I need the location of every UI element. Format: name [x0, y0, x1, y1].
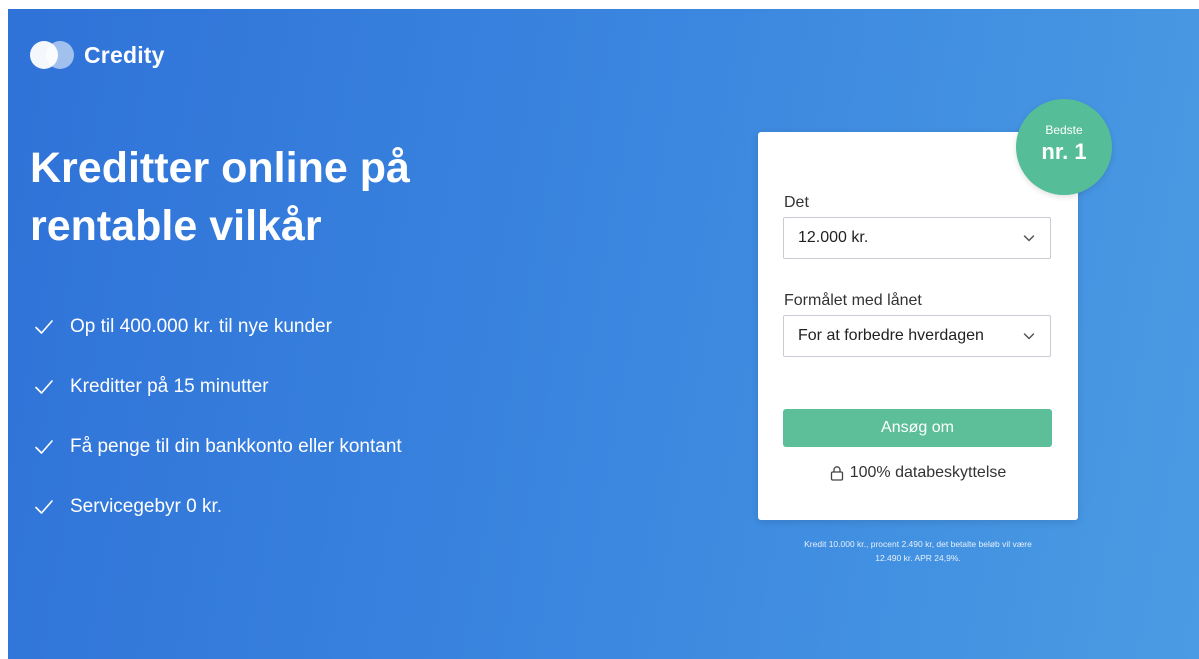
badge-caption: Bedste	[1045, 123, 1083, 137]
amount-label: Det	[784, 194, 809, 211]
brand-name: Credity	[84, 41, 165, 68]
best-badge: Bedste nr. 1	[1016, 99, 1112, 195]
amount-select[interactable]: 12.000 kr.	[783, 217, 1051, 259]
lock-icon	[830, 466, 843, 481]
loan-form-card: Det 12.000 kr. Formålet med lånet For at…	[758, 132, 1078, 520]
check-icon	[34, 499, 56, 515]
disclaimer-line-1: Kredit 10.000 kr., procent 2.490 kr, det…	[804, 539, 1032, 549]
purpose-select-value: For at forbedre hverdagen	[798, 327, 984, 344]
feature-item: Op til 400.000 kr. til nye kunder	[34, 297, 402, 357]
check-icon	[34, 379, 56, 395]
feature-text: Kreditter på 15 minutter	[70, 376, 269, 397]
feature-item: Servicegebyr 0 kr.	[34, 477, 402, 537]
check-icon	[34, 439, 56, 455]
hero-banner: Credity Kreditter online på rentable vil…	[8, 9, 1199, 659]
feature-item: Kreditter på 15 minutter	[34, 357, 402, 417]
feature-text: Servicegebyr 0 kr.	[70, 496, 223, 517]
check-icon	[34, 319, 56, 335]
privacy-text: 100% databeskyttelse	[849, 464, 1007, 481]
loan-disclaimer: Kredit 10.000 kr., procent 2.490 kr, det…	[758, 537, 1078, 565]
feature-item: Få penge til din bankkonto eller kontant	[34, 417, 402, 477]
page-title: Kreditter online på rentable vilkår	[30, 139, 590, 255]
feature-text: Op til 400.000 kr. til nye kunder	[70, 316, 332, 337]
purpose-label: Formålet med lånet	[784, 292, 922, 309]
badge-rank: nr. 1	[1041, 139, 1087, 164]
logo-circles-icon	[30, 41, 76, 69]
apply-button[interactable]: Ansøg om	[783, 409, 1052, 447]
privacy-note: 100% databeskyttelse	[758, 464, 1078, 482]
feature-text: Få penge til din bankkonto eller kontant	[70, 436, 402, 457]
amount-select-value: 12.000 kr.	[798, 229, 869, 246]
purpose-select[interactable]: For at forbedre hverdagen	[783, 315, 1051, 357]
brand-logo[interactable]: Credity	[30, 41, 165, 69]
headline-line-1: Kreditter online på	[30, 144, 410, 192]
headline-line-2: rentable vilkår	[30, 202, 322, 250]
feature-list: Op til 400.000 kr. til nye kunder Kredit…	[34, 297, 402, 537]
disclaimer-line-2: 12.490 kr. APR 24,9%.	[875, 553, 961, 563]
chevron-down-icon	[1023, 235, 1035, 242]
chevron-down-icon	[1023, 333, 1035, 340]
